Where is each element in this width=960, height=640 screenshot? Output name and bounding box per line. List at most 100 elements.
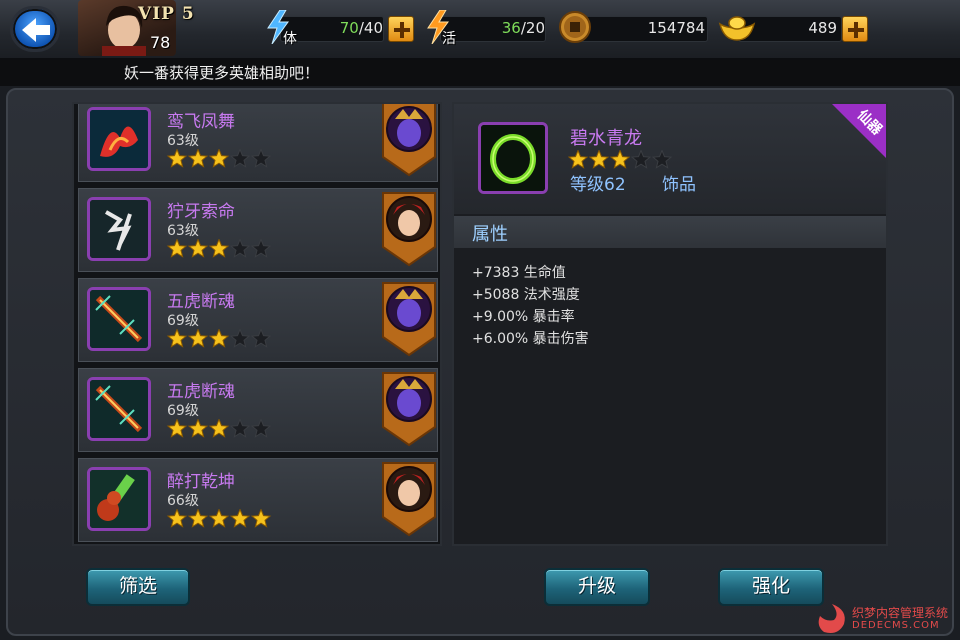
hero-purple-demon-icon: [382, 104, 436, 177]
filter-button[interactable]: 筛选: [86, 568, 190, 606]
back-button[interactable]: [10, 6, 60, 52]
watermark: 织梦内容管理系统 DEDECMS.COM: [812, 600, 960, 640]
star-rating: [167, 329, 272, 348]
coin-icon: [559, 11, 591, 43]
attributes-title: 属性: [472, 224, 508, 245]
add-stamina-button[interactable]: [388, 16, 414, 42]
star-empty-icon: [250, 329, 272, 348]
star-empty-icon: [250, 149, 272, 168]
coin-amount: 154784: [647, 19, 705, 37]
list-item[interactable]: 五虎断魂 69级: [78, 278, 438, 362]
star-filled-icon: [208, 329, 230, 348]
top-bar: VIP 5 78 70/40 体 36/20 活 154784 489: [0, 0, 960, 60]
item-name: 鸾飞凤舞: [167, 112, 235, 132]
item-level: 69级: [167, 403, 199, 419]
star-filled-icon: [187, 239, 209, 258]
star-filled-icon: [167, 329, 188, 348]
star-filled-icon: [208, 149, 230, 168]
detail-item-type: 饰品: [662, 175, 696, 195]
attribute-list: +7383 生命值 +5088 法术强度 +9.00% 暴击率 +6.00% 暴…: [472, 262, 589, 350]
star-filled-icon: [167, 149, 188, 168]
star-filled-icon: [208, 509, 230, 528]
add-ingot-button[interactable]: [842, 16, 868, 42]
hero-red-girl-icon: [382, 462, 436, 537]
star-filled-icon: [588, 150, 610, 169]
star-filled-icon: [229, 509, 251, 528]
gourd-icon: [87, 467, 151, 531]
star-empty-icon: [630, 150, 652, 169]
star-rating: [167, 419, 272, 438]
star-empty-icon: [651, 150, 673, 169]
upgrade-button[interactable]: 升级: [544, 568, 650, 606]
star-filled-icon: [250, 509, 272, 528]
star-filled-icon: [187, 329, 209, 348]
star-filled-icon: [208, 419, 230, 438]
star-empty-icon: [229, 329, 251, 348]
back-arrow-icon: [22, 18, 50, 42]
ingot-amount: 489: [808, 19, 837, 37]
attribute-line: +5088 法术强度: [472, 287, 580, 303]
star-filled-icon: [609, 150, 631, 169]
quality-badge: 仙器: [832, 104, 886, 158]
item-name: 五虎断魂: [167, 292, 235, 312]
star-filled-icon: [167, 509, 188, 528]
jade-bracelet-icon: [478, 122, 548, 194]
star-rating: [167, 509, 272, 528]
hero-purple-demon-icon: [382, 282, 436, 357]
tiger-sword-icon: [87, 377, 151, 441]
watermark-line2: DEDECMS.COM: [852, 620, 940, 631]
enhance-button[interactable]: 强化: [718, 568, 824, 606]
stamina-current: 70: [339, 19, 359, 37]
item-level: 69级: [167, 313, 199, 329]
hero-red-girl-icon: [382, 192, 436, 267]
star-filled-icon: [187, 419, 209, 438]
item-list[interactable]: 鸾飞凤舞 63级 狞牙索命 63级 五虎断魂 69级 五虎断魂 69级 醉打乾坤…: [72, 102, 442, 546]
stamina-label: 体: [283, 31, 297, 47]
item-level: 63级: [167, 223, 199, 239]
star-rating: [167, 149, 272, 168]
attribute-line: +6.00% 暴击伤害: [472, 331, 589, 347]
player-level: 78: [150, 33, 171, 52]
watermark-line1: 织梦内容管理系统: [852, 606, 949, 620]
tiger-sword-icon: [87, 287, 151, 351]
list-item[interactable]: 狞牙索命 63级: [78, 188, 438, 272]
star-filled-icon: [187, 509, 209, 528]
phoenix-icon: [87, 107, 151, 171]
star-filled-icon: [167, 239, 188, 258]
list-item[interactable]: 五虎断魂 69级: [78, 368, 438, 452]
attributes-header: 属性: [454, 216, 886, 248]
star-empty-icon: [229, 239, 251, 258]
star-rating: [167, 239, 272, 258]
message-strip: 妖一番获得更多英雄相助吧！: [0, 60, 960, 86]
detail-header: 碧水青龙 等级62 饰品 仙器: [454, 104, 886, 214]
item-level: 66级: [167, 493, 199, 509]
item-name: 五虎断魂: [167, 382, 235, 402]
star-empty-icon: [250, 419, 272, 438]
hero-purple-demon-icon: [382, 372, 436, 447]
star-filled-icon: [167, 419, 188, 438]
star-filled-icon: [568, 150, 589, 169]
item-name: 醉打乾坤: [167, 472, 235, 492]
detail-item-level: 等级62: [570, 175, 626, 195]
item-level: 63级: [167, 133, 199, 149]
vip-label: VIP 5: [138, 4, 195, 24]
item-name: 狞牙索命: [167, 202, 235, 222]
detail-item-name: 碧水青龙: [570, 128, 642, 149]
star-filled-icon: [187, 149, 209, 168]
stamina-max: /40: [358, 19, 383, 37]
detail-star-rating: [568, 150, 673, 169]
energy-label: 活: [442, 31, 456, 47]
energy-current: 36: [501, 19, 521, 37]
star-empty-icon: [229, 419, 251, 438]
list-item[interactable]: 醉打乾坤 66级: [78, 458, 438, 542]
coin-counter: 154784: [578, 16, 708, 42]
dedecms-logo-icon: [818, 604, 845, 633]
attribute-line: +9.00% 暴击率: [472, 309, 575, 325]
star-empty-icon: [250, 239, 272, 258]
star-empty-icon: [229, 149, 251, 168]
star-filled-icon: [208, 239, 230, 258]
scrolling-message: 妖一番获得更多英雄相助吧！: [124, 64, 320, 82]
gold-ingot-icon: [718, 16, 756, 41]
energy-max: /20: [520, 19, 545, 37]
list-item[interactable]: 鸾飞凤舞 63级: [78, 104, 438, 182]
